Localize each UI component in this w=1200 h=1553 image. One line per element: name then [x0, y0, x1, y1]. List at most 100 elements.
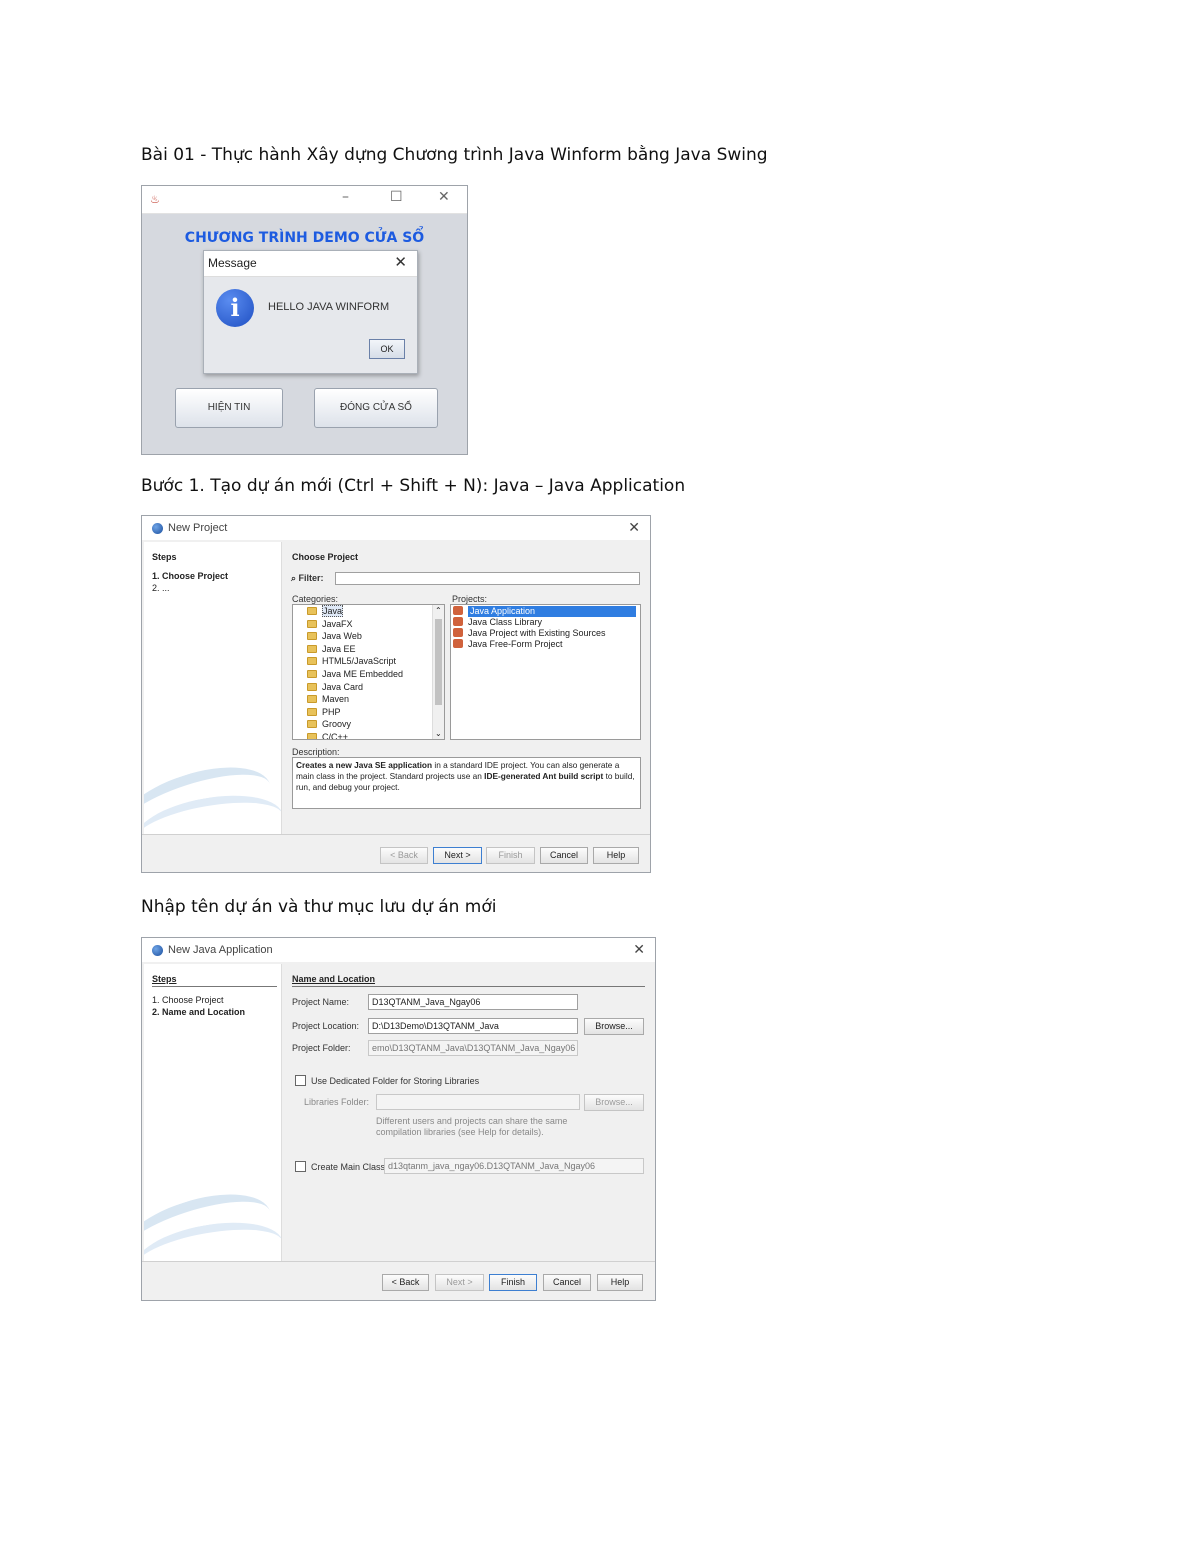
category-label: Java ME Embedded: [322, 669, 404, 679]
dedicated-folder-label: Use Dedicated Folder for Storing Librari…: [311, 1076, 480, 1086]
project-type-item[interactable]: Java Project with Existing Sources: [451, 628, 638, 639]
category-label: Maven: [322, 694, 350, 705]
category-item[interactable]: Java: [307, 605, 344, 618]
java-project-icon: [453, 617, 463, 626]
new-project-wizard: New Project ✕ Steps 1. Choose Project 2.…: [141, 515, 651, 873]
java-project-icon: [453, 628, 463, 637]
categories-scrollbar[interactable]: ⌃ ⌄: [432, 605, 444, 739]
folder-icon: [307, 733, 317, 739]
category-label: Groovy: [322, 719, 352, 730]
folder-icon: [307, 632, 317, 641]
ok-button[interactable]: OK: [369, 339, 405, 359]
category-item[interactable]: C/C++: [307, 731, 348, 739]
category-label: PHP: [322, 706, 341, 717]
category-item[interactable]: HTML5/JavaScript: [307, 655, 396, 668]
filter-label: ⌕ Filter:: [291, 573, 324, 584]
filter-label-text: Filter:: [298, 573, 324, 583]
description-box: Creates a new Java SE application in a s…: [292, 757, 641, 809]
cancel-button[interactable]: Cancel: [540, 847, 588, 864]
new-java-application-wizard: New Java Application ✕ Steps 1. Choose P…: [141, 937, 656, 1301]
category-item[interactable]: Java ME Embedded: [307, 668, 403, 681]
help-button[interactable]: Help: [597, 1274, 643, 1291]
project-type-item[interactable]: Java Application: [451, 606, 638, 617]
close-icon[interactable]: ✕: [394, 253, 407, 271]
category-item[interactable]: JavaFX: [307, 618, 353, 631]
minimize-icon[interactable]: –: [342, 189, 349, 205]
libraries-folder-label: Libraries Folder:: [304, 1097, 370, 1107]
wizard-button-bar: < Back Next > Finish Cancel Help: [142, 1261, 655, 1300]
show-message-button[interactable]: HIỆN TIN: [175, 388, 283, 428]
step-item: 1. Choose Project: [152, 571, 229, 581]
close-icon[interactable]: ✕: [633, 941, 645, 958]
category-item[interactable]: Java EE: [307, 643, 356, 656]
divider: [152, 986, 277, 987]
cancel-button[interactable]: Cancel: [543, 1274, 591, 1291]
folder-icon: [307, 720, 317, 729]
project-type-label: Java Project with Existing Sources: [468, 628, 606, 638]
category-item[interactable]: Java Web: [307, 630, 362, 643]
netbeans-icon: [152, 945, 163, 956]
folder-icon: [307, 670, 317, 678]
project-name-input[interactable]: D13QTANM_Java_Ngay06: [368, 994, 578, 1010]
close-icon[interactable]: ✕: [628, 519, 640, 536]
section-title: Choose Project: [292, 552, 359, 562]
category-item[interactable]: Groovy: [307, 718, 351, 731]
back-button[interactable]: < Back: [382, 1274, 429, 1291]
steps-panel: Steps 1. Choose Project 2. ...: [144, 542, 282, 834]
folder-icon: [307, 607, 317, 615]
category-label: HTML5/JavaScript: [322, 656, 397, 667]
heading-name-location: Nhập tên dự án và thư mục lưu dự án mới: [141, 897, 497, 917]
chevron-up-icon[interactable]: ⌃: [435, 606, 442, 615]
folder-icon: [307, 707, 317, 716]
categories-list[interactable]: Java JavaFX Java Web Java EE HTML5/JavaScrip…: [292, 604, 445, 740]
folder-icon: [307, 619, 317, 628]
info-icon: i: [216, 289, 254, 327]
folder-icon: [307, 644, 317, 653]
main-class-input[interactable]: d13qtanm_java_ngay06.D13QTANM_Java_Ngay0…: [384, 1158, 644, 1174]
close-icon[interactable]: ✕: [438, 189, 450, 205]
maximize-icon[interactable]: ☐: [390, 189, 403, 205]
browse-button[interactable]: Browse...: [584, 1018, 644, 1035]
browse-libraries-button[interactable]: Browse...: [584, 1094, 644, 1111]
netbeans-icon: [152, 523, 163, 534]
close-window-button[interactable]: ĐÓNG CỬA SỔ: [314, 388, 438, 428]
project-location-label: Project Location:: [292, 1021, 360, 1031]
next-button[interactable]: Next >: [435, 1274, 484, 1291]
wizard-title: New Project: [168, 522, 228, 534]
heading-lesson-title: Bài 01 - Thực hành Xây dựng Chương trình…: [141, 145, 768, 165]
category-label: Java Card: [322, 681, 364, 692]
projects-list[interactable]: Java Application Java Class Library Java P…: [450, 604, 641, 740]
project-folder-label: Project Folder:: [292, 1043, 351, 1053]
create-main-class-checkbox[interactable]: [295, 1161, 306, 1172]
project-location-input[interactable]: D:\D13Demo\D13QTANM_Java: [368, 1018, 578, 1034]
dedicated-folder-checkbox[interactable]: [295, 1075, 306, 1086]
category-item[interactable]: Maven: [307, 693, 349, 706]
project-type-item[interactable]: Java Class Library: [451, 617, 638, 628]
step-item: 1. Choose Project: [152, 995, 224, 1005]
libraries-hint: Different users and projects can share t…: [376, 1116, 568, 1137]
back-button[interactable]: < Back: [380, 847, 428, 864]
scrollbar-thumb[interactable]: [435, 619, 442, 705]
category-item[interactable]: PHP: [307, 706, 341, 719]
category-label: Java Web: [322, 631, 362, 642]
help-button[interactable]: Help: [593, 847, 639, 864]
java-icon: ♨: [150, 194, 160, 206]
steps-panel: Steps 1. Choose Project 2. Name and Loca…: [144, 964, 282, 1261]
filter-input[interactable]: [335, 572, 640, 585]
categories-label: Categories:: [292, 594, 339, 604]
description-label: Description:: [292, 747, 340, 757]
libraries-folder-input[interactable]: [376, 1094, 580, 1110]
next-button[interactable]: Next >: [433, 847, 482, 864]
category-label: Java: [322, 605, 344, 617]
project-type-label: Java Application: [468, 606, 636, 617]
project-folder-input[interactable]: emo\D13QTANM_Java\D13QTANM_Java_Ngay06: [368, 1040, 578, 1056]
finish-button[interactable]: Finish: [489, 1274, 537, 1291]
description-part: IDE-generated Ant build script: [484, 771, 604, 781]
message-dialog: Message ✕ i HELLO JAVA WINFORM OK: [203, 250, 418, 374]
step-item: 2. ...: [152, 583, 170, 593]
project-type-item[interactable]: Java Free-Form Project: [451, 639, 638, 650]
category-item[interactable]: Java Card: [307, 681, 363, 694]
steps-heading: Steps: [152, 974, 177, 984]
finish-button[interactable]: Finish: [486, 847, 535, 864]
chevron-down-icon[interactable]: ⌄: [435, 729, 442, 738]
